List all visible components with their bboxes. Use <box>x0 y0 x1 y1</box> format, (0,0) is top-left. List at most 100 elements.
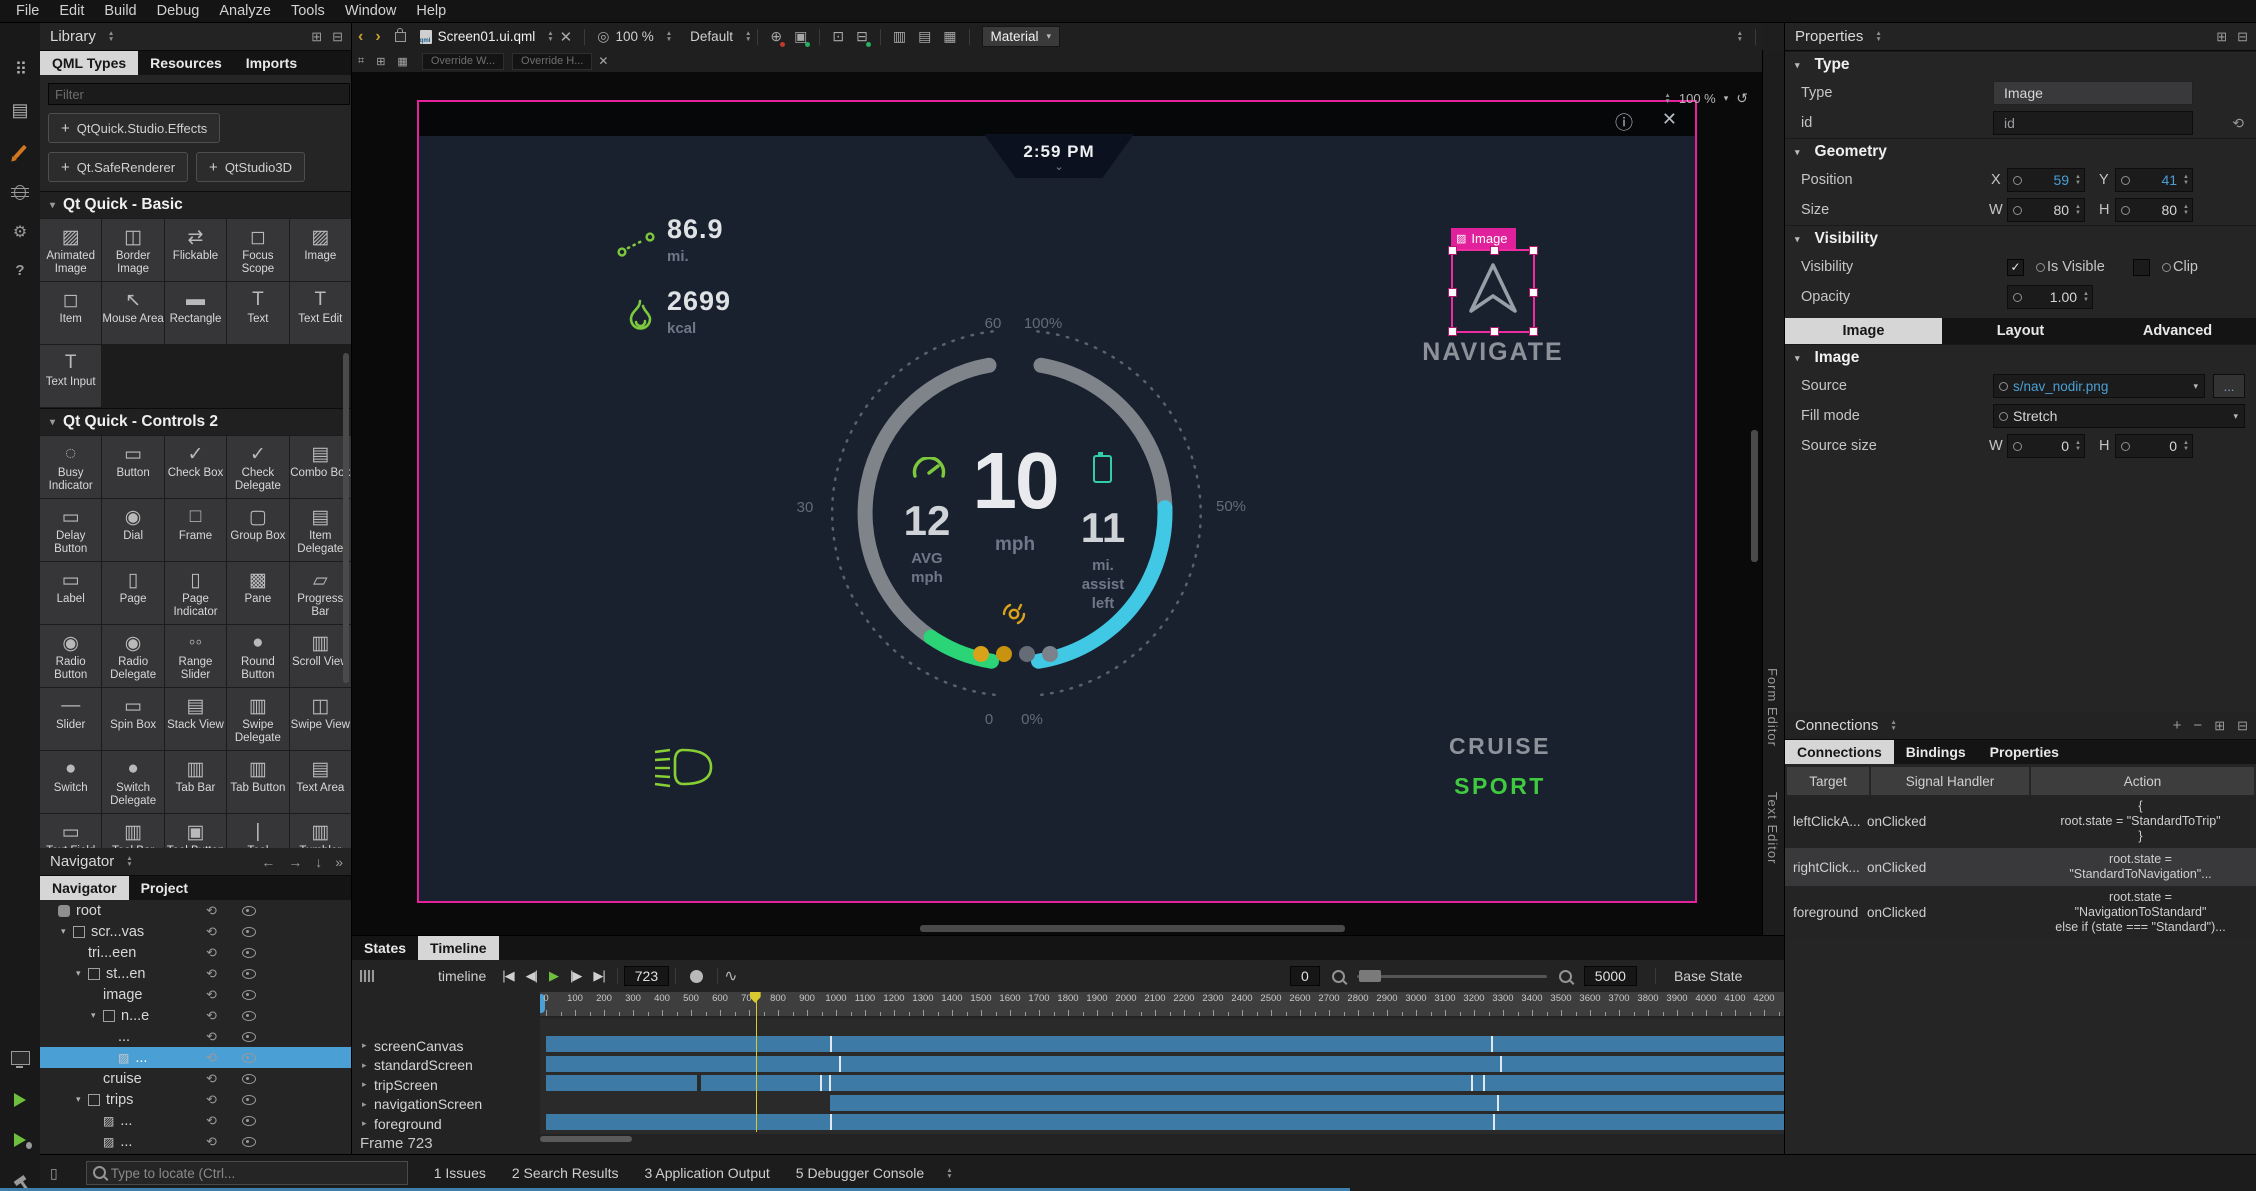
menu-edit[interactable]: Edit <box>49 3 94 19</box>
resize-handle-nw[interactable] <box>1448 246 1457 255</box>
keyframe-marker[interactable] <box>830 1036 832 1052</box>
source-combo[interactable]: s/nav_nodir.png ▾ <box>1993 374 2205 398</box>
snap-items-icon[interactable]: ⊞ <box>376 55 385 68</box>
navigator-row-[interactable]: ▨...⟲ <box>40 1047 351 1068</box>
forward-icon[interactable]: › <box>375 28 380 46</box>
expander-icon[interactable]: ▾ <box>76 968 88 979</box>
export-toggle-icon[interactable]: ⟲ <box>206 1113 217 1129</box>
copy-style-icon[interactable]: ⊡ <box>832 28 844 45</box>
column-header-target[interactable]: Target <box>1787 767 1869 795</box>
close-pane-icon[interactable]: ⊟ <box>2237 718 2248 734</box>
tab-image[interactable]: Image <box>1785 318 1942 344</box>
source-size-h-field[interactable]: 0 <box>2115 434 2193 458</box>
library-item-mouse-area[interactable]: ↖Mouse Area <box>102 282 163 344</box>
clear-override-icon[interactable]: ✕ <box>598 54 608 68</box>
prev-frame-button[interactable]: ◀| <box>526 968 537 984</box>
close-icon[interactable]: ✕ <box>1662 109 1677 130</box>
selected-image-item[interactable]: ▨ Image <box>1451 249 1535 333</box>
track-bar-standardScreen[interactable] <box>546 1056 1784 1072</box>
expander-icon[interactable]: ▸ <box>362 1079 374 1090</box>
expander-icon[interactable]: ▾ <box>76 1094 88 1105</box>
more-icon[interactable]: » <box>335 854 343 870</box>
navigator-row-root[interactable]: root⟲ <box>40 900 351 921</box>
tab-resources[interactable]: Resources <box>138 51 234 75</box>
slider-handle[interactable] <box>1359 970 1381 982</box>
library-item-label[interactable]: ▭Label <box>40 562 101 624</box>
library-item-radio-delegate[interactable]: ◉Radio Delegate <box>102 625 163 687</box>
library-pane-menu[interactable] <box>108 31 114 42</box>
export-toggle-icon[interactable]: ⟲ <box>206 903 217 919</box>
navigator-row-trieen[interactable]: tri...een⟲ <box>40 942 351 963</box>
paste-style-icon[interactable]: ⊟ <box>856 28 868 45</box>
next-frame-button[interactable]: |▶ <box>570 968 581 984</box>
output-panes-dropdown[interactable] <box>946 1168 952 1179</box>
to-end-button[interactable]: ▶| <box>593 968 604 984</box>
move-down-icon[interactable]: ↓ <box>315 854 322 870</box>
current-frame-field[interactable]: 723 <box>624 966 669 986</box>
connection-row-rightClick[interactable]: rightClick...onClickedroot.state = "Stan… <box>1785 848 2256 886</box>
close-pane-icon[interactable]: ⊟ <box>332 29 343 45</box>
library-item-spin-box[interactable]: ▭Spin Box <box>102 688 163 750</box>
workspace-dropdown[interactable] <box>1737 31 1743 42</box>
timeline-zoom-slider[interactable] <box>1357 975 1547 978</box>
snap-grid-icon[interactable]: ⌗ <box>358 55 364 68</box>
library-item-text[interactable]: TText <box>227 282 288 344</box>
id-input[interactable]: id <box>1993 111 2193 135</box>
move-right-icon[interactable]: → <box>288 854 302 870</box>
opacity-field[interactable]: 1.00 <box>2007 285 2093 309</box>
source-size-w-field[interactable]: 0 <box>2007 434 2085 458</box>
menu-build[interactable]: Build <box>94 3 146 19</box>
library-item-round-button[interactable]: ●Round Button <box>227 625 288 687</box>
track-name-standardScreen[interactable]: ▸standardScreen <box>352 1056 540 1075</box>
view-row-icon[interactable]: ▥ <box>893 28 906 45</box>
navigator-pane-menu[interactable] <box>126 856 132 867</box>
to-start-button[interactable]: |◀ <box>502 968 513 984</box>
spinner[interactable] <box>2075 441 2081 451</box>
spinner[interactable] <box>2183 205 2189 215</box>
library-item-switch[interactable]: ●Switch <box>40 751 101 813</box>
library-item-delay-button[interactable]: ▭Delay Button <box>40 499 101 561</box>
text-editor-tab[interactable]: Text Editor <box>1765 792 1780 864</box>
canvas-zoom-level[interactable]: 100 % <box>1679 91 1716 106</box>
canvas-vertical-scrollbar[interactable] <box>1751 430 1758 562</box>
play-button[interactable]: ▶ <box>549 968 558 984</box>
form-editor-canvas[interactable]: 100 % ▾ ↺ ⓘ ✕ 2:59 PM ⌄ 86.9 m <box>352 72 1762 935</box>
tab-timeline[interactable]: Timeline <box>418 936 499 960</box>
menu-debug[interactable]: Debug <box>147 3 210 19</box>
keyframe-marker[interactable] <box>1471 1075 1473 1091</box>
tab-bindings[interactable]: Bindings <box>1894 740 1978 764</box>
section-image[interactable]: ▾Image <box>1785 344 2256 371</box>
track-name-navigationScreen[interactable]: ▸navigationScreen <box>352 1095 540 1114</box>
library-item-slider[interactable]: —Slider <box>40 688 101 750</box>
library-item-check-box[interactable]: ✓Check Box <box>165 436 226 498</box>
library-item-border-image[interactable]: ◫Border Image <box>102 219 163 281</box>
resize-handle-sw[interactable] <box>1448 327 1457 336</box>
library-scrollbar[interactable] <box>343 353 349 683</box>
position-x-field[interactable]: 59 <box>2007 168 2085 192</box>
source-browse-button[interactable]: ... <box>2213 374 2245 398</box>
timeline-scrollbar[interactable] <box>540 1136 632 1142</box>
section-geometry[interactable]: ▾Geometry <box>1785 138 2256 165</box>
library-item-group-box[interactable]: ▢Group Box <box>227 499 288 561</box>
projects-mode-icon[interactable]: ⚙ <box>0 215 40 249</box>
library-item-pane[interactable]: ▩Pane <box>227 562 288 624</box>
visibility-eye-icon[interactable] <box>242 1011 256 1021</box>
run-button[interactable] <box>0 1083 40 1117</box>
position-y-field[interactable]: 41 <box>2115 168 2193 192</box>
kit-selector-icon[interactable] <box>0 1041 40 1075</box>
spinner[interactable] <box>2183 441 2189 451</box>
keyframe-marker[interactable] <box>1493 1114 1495 1130</box>
dashboard-root-item[interactable]: ⓘ ✕ 2:59 PM ⌄ 86.9 mi. 2699 kc <box>417 100 1697 903</box>
menu-window[interactable]: Window <box>335 3 407 19</box>
library-item-image[interactable]: ▨Image <box>290 219 351 281</box>
track-name-screenCanvas[interactable]: ▸screenCanvas <box>352 1036 540 1055</box>
resize-handle-w[interactable] <box>1448 288 1457 297</box>
bounds-icon[interactable]: ▦ <box>397 55 407 68</box>
tab-qml-types[interactable]: QML Types <box>40 51 138 75</box>
timeline-name[interactable]: timeline <box>438 968 486 984</box>
override-height-field[interactable]: Override H... <box>512 53 592 70</box>
library-item-tool-button[interactable]: ▣Tool Button <box>165 814 226 848</box>
section-visibility[interactable]: ▾Visibility <box>1785 225 2256 252</box>
keyframe-marker[interactable] <box>829 1075 831 1091</box>
zoom-dropdown[interactable] <box>666 31 672 42</box>
